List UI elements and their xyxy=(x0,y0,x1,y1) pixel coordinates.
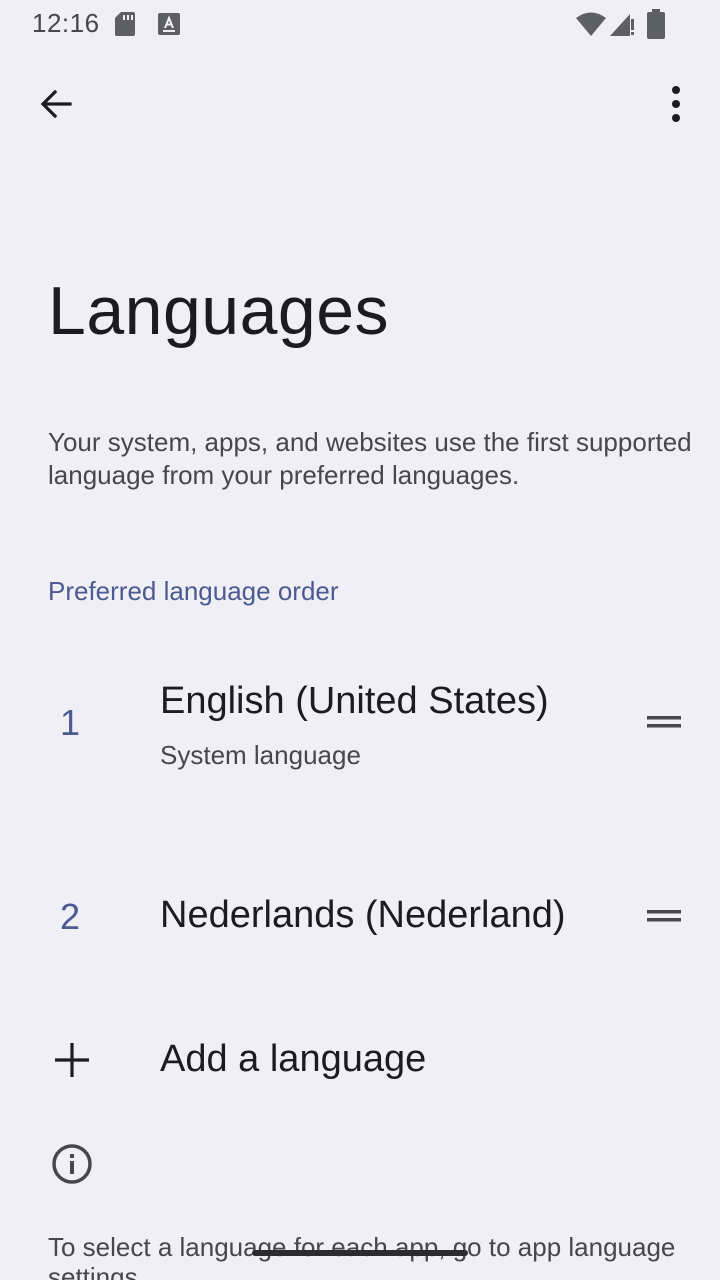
drag-handle[interactable] xyxy=(640,892,688,940)
gesture-navigation-handle[interactable] xyxy=(252,1250,468,1256)
add-icon xyxy=(55,1043,89,1077)
signal-icon xyxy=(610,14,634,36)
add-language-label: Add a language xyxy=(160,1038,427,1080)
language-order-number: 2 xyxy=(60,896,81,937)
language-name: Nederlands (Nederland) xyxy=(160,894,566,936)
back-button[interactable] xyxy=(28,76,84,132)
sd-card-icon xyxy=(115,12,135,36)
status-bar: 12:16 xyxy=(0,0,720,48)
drag-handle-icon xyxy=(647,716,681,728)
status-time: 12:16 xyxy=(32,8,100,38)
more-options-button[interactable] xyxy=(648,76,704,132)
language-subtitle: System language xyxy=(160,740,361,770)
keyboard-icon xyxy=(158,13,180,35)
language-order-number: 1 xyxy=(60,702,81,743)
drag-handle[interactable] xyxy=(640,698,688,746)
page-description: Your system, apps, and websites use the … xyxy=(48,427,692,490)
language-item[interactable]: 1 English (United States) System languag… xyxy=(0,660,720,810)
wifi-icon xyxy=(576,12,606,36)
language-name: English (United States) xyxy=(160,680,549,722)
page-title: Languages xyxy=(48,273,390,349)
add-language-button[interactable]: Add a language xyxy=(0,1020,720,1104)
drag-handle-icon xyxy=(647,910,681,922)
languages-screen: 12:16 Languages Your system, apps, and w… xyxy=(0,0,720,1280)
battery-icon xyxy=(647,9,665,39)
section-header: Preferred language order xyxy=(48,576,339,606)
app-language-footer-text[interactable]: To select a language for each app, go to… xyxy=(48,1232,688,1280)
more-vert-icon xyxy=(672,86,680,122)
language-item[interactable]: 2 Nederlands (Nederland) xyxy=(0,870,720,970)
arrow-back-icon xyxy=(40,89,72,119)
info-icon xyxy=(52,1144,92,1184)
